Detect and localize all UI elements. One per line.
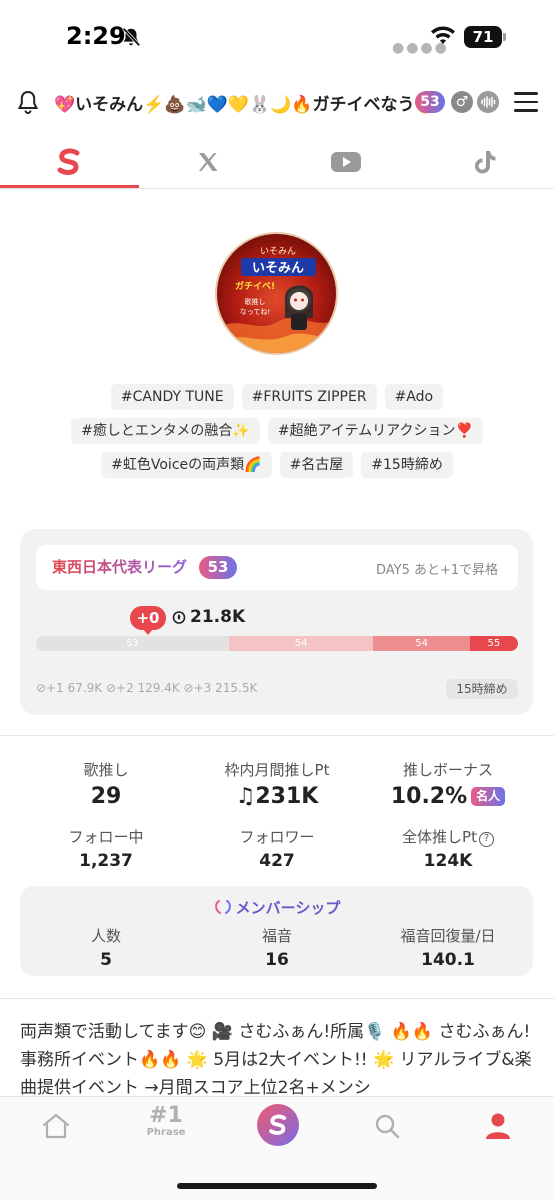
flame-score-icon xyxy=(172,611,186,624)
tab-youtube[interactable] xyxy=(277,140,415,184)
tag-chip[interactable]: #FRUITS ZIPPER xyxy=(241,384,377,410)
profile-avatar[interactable]: いそみん いそみん ガチイベ! 歌推し なってね! xyxy=(215,232,338,355)
nav-home[interactable] xyxy=(26,1105,86,1150)
stat-label: 全体推しPt xyxy=(402,828,477,846)
gender-badge: ♂ xyxy=(451,91,473,113)
tag-chip[interactable]: #癒しとエンタメの融合✨ xyxy=(71,418,260,444)
notification-bell-icon[interactable] xyxy=(16,89,40,115)
stat-value: 1,237 xyxy=(79,851,133,871)
profile-title: 💖いそみん⚡️💩🐋💙💛🐰🌙🔥ガチイベなう🔥 xyxy=(54,95,436,115)
stat-oshi-bonus[interactable]: 推しボーナス 10.2% 名人 xyxy=(363,759,533,809)
profile-bio: 両声類で活動してます😊 🎥 さむふぁん!所属🎙️ 🔥🔥 さむふぁん!事務所イベン… xyxy=(20,1022,532,1096)
svg-text:いそみん: いそみん xyxy=(252,261,304,276)
stat-label: 歌推し xyxy=(83,761,129,779)
stat-label: 枠内月間推しPt xyxy=(224,761,330,779)
stat-value: 16 xyxy=(265,950,289,970)
tag-chip[interactable]: #CANDY TUNE xyxy=(110,384,234,410)
stat-label: 福音回復量/日 xyxy=(400,927,496,945)
stat-value: 140.1 xyxy=(421,950,475,970)
svg-text:いそみん: いそみん xyxy=(260,246,296,257)
phrase-label: Phrase xyxy=(146,1127,186,1138)
league-bar-segment: 53 xyxy=(36,636,229,651)
tag-chip[interactable]: #Ado xyxy=(384,384,444,410)
tag-chip[interactable]: #名古屋 xyxy=(279,452,354,478)
phrase-rank-number: #1 xyxy=(149,1103,183,1128)
stat-monthly-pt[interactable]: 枠内月間推しPt ♫231K xyxy=(192,759,362,809)
league-bar-segment: 54 xyxy=(228,636,374,651)
stat-label: フォロー中 xyxy=(68,828,144,846)
stat-followers[interactable]: フォロワー 427 xyxy=(192,826,362,871)
nav-search[interactable] xyxy=(357,1105,417,1150)
singing-app-logo-icon xyxy=(269,1114,287,1135)
stat-label: フォロワー xyxy=(239,828,315,846)
league-status: DAY5 あと+1で昇格 xyxy=(376,563,499,578)
battery-tip xyxy=(503,33,506,41)
x-logo-icon xyxy=(199,153,218,171)
stat-value: 427 xyxy=(259,851,295,871)
stat-value: 29 xyxy=(90,784,122,809)
status-time: 2:29 xyxy=(66,22,126,50)
home-icon xyxy=(42,1113,70,1139)
tab-x[interactable] xyxy=(139,140,277,184)
stat-total-pt[interactable]: 全体推しPt? 124K xyxy=(363,826,533,871)
section-divider xyxy=(0,998,554,999)
tag-list: #CANDY TUNE #FRUITS ZIPPER #Ado #癒しとエンタメ… xyxy=(14,384,540,478)
membership-fukuon: 福音 16 xyxy=(192,925,362,970)
tiktok-logo-icon xyxy=(475,151,496,174)
hamburger-menu-icon[interactable] xyxy=(514,92,538,112)
avatar-artwork: いそみん いそみん ガチイベ! 歌推し なってね! xyxy=(217,246,336,353)
battery-indicator: 71 xyxy=(464,26,502,48)
league-score: 21.8K xyxy=(190,607,246,627)
stat-label: 福音 xyxy=(261,927,292,945)
svg-text:なってね!: なってね! xyxy=(240,308,270,316)
nav-profile[interactable] xyxy=(468,1105,528,1150)
wifi-icon xyxy=(431,26,455,44)
profile-user-icon xyxy=(486,1113,510,1139)
youtube-logo-icon xyxy=(331,152,361,172)
tag-chip[interactable]: #超絶アイテムリアクション❣️ xyxy=(267,418,483,444)
membership-recovery: 福音回復量/日 140.1 xyxy=(363,925,533,970)
league-deadline: 15時締め xyxy=(446,679,518,699)
tab-singing-app[interactable] xyxy=(0,140,138,184)
tabs-divider xyxy=(0,188,554,189)
stat-value: 124K xyxy=(423,851,473,871)
league-progress-bar: 53 54 54 55 xyxy=(36,636,518,651)
tag-chip[interactable]: #虹色Voiceの両声類🌈 xyxy=(101,452,272,478)
membership-title: メンバーシップ xyxy=(0,897,554,918)
stat-value: 5 xyxy=(100,950,112,970)
home-indicator xyxy=(177,1183,377,1189)
singing-app-logo-icon xyxy=(57,148,80,175)
league-bar-segment: 54 xyxy=(373,636,470,651)
help-icon[interactable]: ? xyxy=(478,832,494,847)
stat-song-oshi[interactable]: 歌推し 29 xyxy=(21,759,191,809)
nav-center-app-button[interactable] xyxy=(257,1104,299,1146)
league-rank-badge: 53 xyxy=(199,556,237,579)
master-badge: 名人 xyxy=(471,787,506,806)
search-icon xyxy=(375,1114,400,1139)
svg-text:歌推し: 歌推し xyxy=(245,297,266,306)
voice-wave-icon xyxy=(477,91,499,113)
stat-value: 10.2% xyxy=(390,784,468,809)
league-bar-segment: 55 xyxy=(469,636,518,651)
nav-phrase-ranking[interactable]: #1 Phrase xyxy=(136,1105,196,1150)
stat-value: ♫231K xyxy=(235,784,319,809)
league-name: 東西日本代表リーグ xyxy=(52,558,188,576)
svg-text:ガチイベ!: ガチイベ! xyxy=(235,280,275,292)
bell-muted-icon xyxy=(122,27,141,47)
rank-badge: 53 xyxy=(415,91,445,113)
laurel-icon xyxy=(214,900,231,914)
membership-count: 人数 5 xyxy=(21,925,191,970)
rank-delta-pointer xyxy=(143,629,153,635)
league-thresholds: ⊘+1 67.9K ⊘+2 129.4K ⊘+3 215.5K xyxy=(36,681,258,695)
stat-following[interactable]: フォロー中 1,237 xyxy=(21,826,191,871)
tag-chip[interactable]: #15時締め xyxy=(361,452,453,478)
section-divider xyxy=(0,735,554,736)
rank-delta-badge: +0 xyxy=(130,606,166,630)
stat-label: 推しボーナス xyxy=(402,761,493,779)
tab-tiktok[interactable] xyxy=(416,140,554,184)
stat-label: 人数 xyxy=(90,927,121,945)
